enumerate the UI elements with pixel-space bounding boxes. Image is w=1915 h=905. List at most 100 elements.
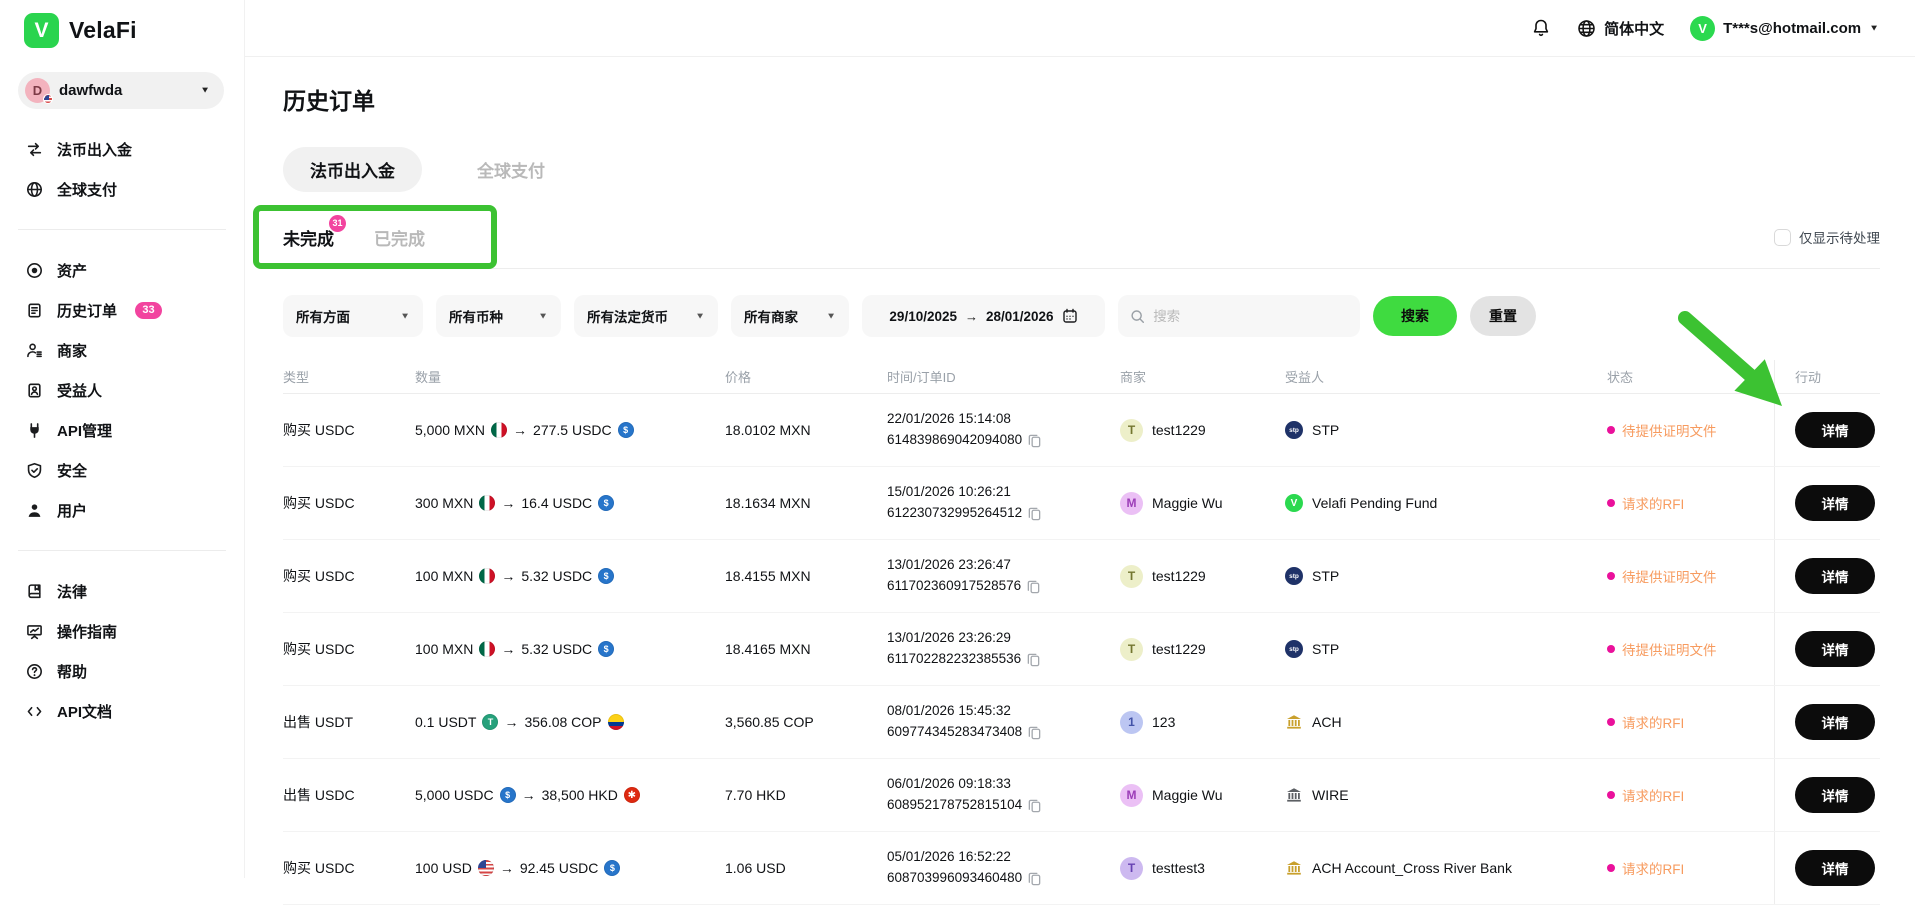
copy-icon[interactable]: [1027, 506, 1042, 521]
sidebar-item-API文档[interactable]: API文档: [0, 691, 244, 731]
co-flag-icon: [608, 714, 624, 730]
column-header-行动: 行动: [1774, 360, 1880, 393]
column-header-受益人: 受益人: [1285, 367, 1607, 386]
order-id: 611702282232385536: [887, 649, 1021, 670]
detail-button[interactable]: 详情: [1795, 485, 1875, 521]
beneficiary-cell: VVelafi Pending Fund: [1285, 494, 1607, 512]
mx-flag-icon: [479, 641, 495, 657]
copy-icon[interactable]: [1027, 798, 1042, 813]
sidebar-item-API管理[interactable]: API管理: [0, 410, 244, 450]
copy-icon[interactable]: [1026, 579, 1041, 594]
sidebar-item-label: 法律: [57, 581, 87, 602]
status-label: 待提供证明文件: [1622, 420, 1717, 440]
asset-icon: [25, 261, 43, 279]
status-dot-icon: [1607, 426, 1615, 434]
merchant-name: 123: [1152, 714, 1175, 730]
merchant-name: test1229: [1152, 568, 1206, 584]
arrow-right-icon: →: [965, 309, 978, 324]
copy-icon[interactable]: [1027, 433, 1042, 448]
sidebar-item-法律[interactable]: 法律: [0, 571, 244, 611]
merchant-avatar: T: [1120, 638, 1143, 661]
order-time-id: 08/01/2026 15:45:32609774345283473408: [887, 701, 1120, 743]
detail-button[interactable]: 详情: [1795, 412, 1875, 448]
filter-dropdown-所有商家[interactable]: 所有商家▼: [731, 295, 849, 337]
account-avatar-letter: D: [33, 83, 42, 98]
order-amount: 300 MXN→16.4 USDC$: [415, 495, 725, 511]
sidebar-item-法币出入金[interactable]: 法币出入金: [0, 129, 244, 169]
amount-to: 92.45 USDC: [520, 860, 599, 876]
bank-gold-icon: [1285, 859, 1303, 877]
sidebar-item-历史订单[interactable]: 历史订单33: [0, 290, 244, 330]
sidebar-item-安全[interactable]: 安全: [0, 450, 244, 490]
detail-button[interactable]: 详情: [1795, 631, 1875, 667]
sidebar-item-商家[interactable]: 商家: [0, 330, 244, 370]
language-selector[interactable]: 简体中文: [1577, 18, 1664, 39]
sidebar-item-用户[interactable]: 用户: [0, 490, 244, 530]
chevron-down-icon: ▼: [826, 311, 836, 320]
detail-button[interactable]: 详情: [1795, 777, 1875, 813]
status-dot-icon: [1607, 864, 1615, 872]
subtab-未完成[interactable]: 未完成31: [283, 225, 334, 250]
filter-dropdown-所有方面[interactable]: 所有方面▼: [283, 295, 423, 337]
tab-全球支付[interactable]: 全球支付: [450, 147, 572, 192]
copy-icon[interactable]: [1026, 652, 1041, 667]
beneficiary-name: STP: [1312, 641, 1339, 657]
action-cell: 详情: [1774, 832, 1880, 904]
amount-to: 277.5 USDC: [533, 422, 612, 438]
search-button[interactable]: 搜索: [1373, 296, 1457, 336]
merchant-name: test1229: [1152, 641, 1206, 657]
search-input[interactable]: [1153, 309, 1348, 324]
sidebar-item-帮助[interactable]: 帮助: [0, 651, 244, 691]
reset-button[interactable]: 重置: [1470, 296, 1536, 336]
sidebar-divider: [18, 550, 226, 551]
sidebar-item-操作指南[interactable]: 操作指南: [0, 611, 244, 651]
table-row: 购买 USDC300 MXN→16.4 USDC$18.1634 MXN15/0…: [283, 467, 1880, 540]
order-time-id: 15/01/2026 10:26:21612230732995264512: [887, 482, 1120, 524]
sidebar-item-受益人[interactable]: 受益人: [0, 370, 244, 410]
brand-logo-icon: V: [24, 13, 59, 48]
merchant-name: Maggie Wu: [1152, 495, 1223, 511]
notification-bell-button[interactable]: [1531, 18, 1551, 38]
user-menu[interactable]: V T***s@hotmail.com ▼: [1690, 16, 1879, 41]
merchant-cell: Ttest1229: [1120, 419, 1285, 442]
status-dot-icon: [1607, 718, 1615, 726]
table-row: 出售 USDC5,000 USDC$→38,500 HKD✱7.70 HKD06…: [283, 759, 1880, 832]
sidebar-item-资产[interactable]: 资产: [0, 250, 244, 290]
copy-icon[interactable]: [1027, 725, 1042, 740]
order-type: 出售 USDT: [283, 712, 415, 732]
account-selector[interactable]: D dawfwda ▼: [18, 72, 224, 109]
status-label: 请求的RFI: [1622, 712, 1684, 732]
order-price: 3,560.85 COP: [725, 714, 887, 730]
detail-button[interactable]: 详情: [1795, 558, 1875, 594]
dropdown-value: 所有币种: [449, 306, 503, 326]
status-label: 待提供证明文件: [1622, 639, 1717, 659]
order-id: 608952178752815104: [887, 795, 1022, 816]
checkbox-icon[interactable]: [1774, 229, 1791, 246]
usdc-icon: $: [598, 495, 614, 511]
sidebar-item-全球支付[interactable]: 全球支付: [0, 169, 244, 209]
filter-dropdown-所有币种[interactable]: 所有币种▼: [436, 295, 561, 337]
detail-button[interactable]: 详情: [1795, 850, 1875, 886]
detail-button[interactable]: 详情: [1795, 704, 1875, 740]
sidebar-item-label: 历史订单: [57, 300, 117, 321]
sidebar-item-label: 安全: [57, 460, 87, 481]
order-price: 18.1634 MXN: [725, 495, 887, 511]
filter-dropdown-所有法定货币[interactable]: 所有法定货币▼: [574, 295, 718, 337]
tab-法币出入金[interactable]: 法币出入金: [283, 147, 422, 192]
merchant-avatar: M: [1120, 492, 1143, 515]
copy-icon[interactable]: [1027, 871, 1042, 886]
sidebar-nav: 法币出入金全球支付资产历史订单33商家受益人API管理安全用户法律操作指南帮助 A…: [0, 129, 244, 731]
column-header-状态: 状态: [1607, 367, 1774, 386]
user-icon: [25, 501, 43, 519]
subtab-已完成[interactable]: 已完成: [374, 225, 425, 250]
beneficiary-cell: ACH: [1285, 713, 1607, 731]
sidebar-item-label: API文档: [57, 701, 112, 722]
stp-icon: stp: [1285, 421, 1303, 439]
order-id: 609774345283473408: [887, 722, 1022, 743]
pending-only-checkbox[interactable]: 仅显示待处理: [1774, 227, 1880, 247]
date-range-picker[interactable]: 29/10/2025 → 28/01/2026: [862, 295, 1105, 337]
sidebar-item-label: 帮助: [57, 661, 87, 682]
help-icon: [25, 662, 43, 680]
status-badge: 待提供证明文件: [1607, 639, 1774, 659]
sidebar-item-label: 法币出入金: [57, 139, 132, 160]
